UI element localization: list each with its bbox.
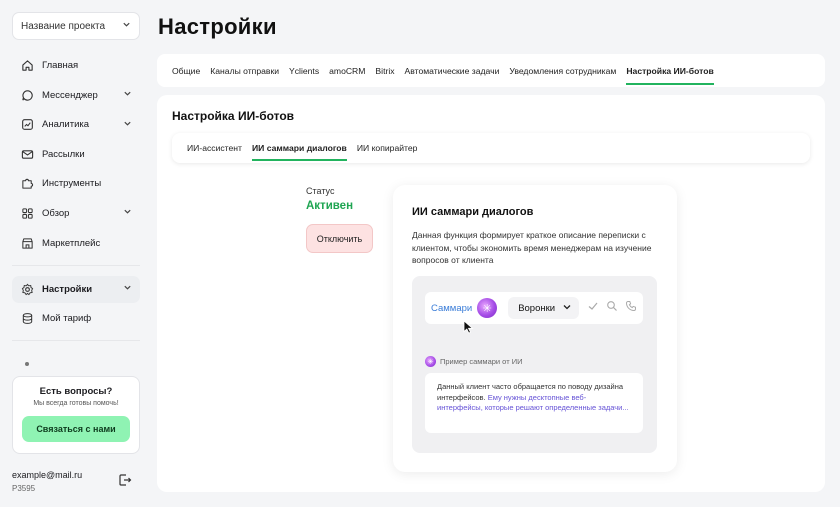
divider xyxy=(12,340,140,342)
sidebar-item-home[interactable]: Главная xyxy=(12,52,140,79)
tab-staff-notifications[interactable]: Уведомления сотрудникам xyxy=(509,54,616,87)
tab-channels[interactable]: Каналы отправки xyxy=(210,54,279,87)
sidebar-item-label: Рассылки xyxy=(42,148,85,160)
sidebar-nav: Главная Мессенджер Аналитика Рассылки Ин… xyxy=(12,52,140,351)
search-icon xyxy=(606,299,618,317)
sidebar-item-label: Мессенджер xyxy=(42,89,98,101)
settings-tabs: Общие Каналы отправки Yclients amoCRM Bi… xyxy=(157,54,825,87)
grid-icon xyxy=(20,206,34,220)
sidebar-item-label: Обзор xyxy=(42,207,70,219)
contact-us-button[interactable]: Связаться с нами xyxy=(22,416,130,442)
sidebar-item-label: Главная xyxy=(42,60,79,71)
feature-card: ИИ саммари диалогов Данная функция форми… xyxy=(393,185,677,472)
sidebar-item-analytics[interactable]: Аналитика xyxy=(12,111,140,138)
sidebar-item-tariff[interactable]: Мой тариф xyxy=(12,305,140,332)
ai-bots-panel: Настройка ИИ-ботов ИИ-ассистент ИИ самма… xyxy=(157,95,825,492)
ai-summary-message: Данный клиент часто обращается по поводу… xyxy=(425,373,643,433)
help-title: Есть вопросы? xyxy=(39,386,113,397)
feature-title: ИИ саммари диалогов xyxy=(412,206,534,218)
sidebar-item-overview[interactable]: Обзор xyxy=(12,200,140,227)
demo-icons xyxy=(587,299,637,317)
chevron-down-icon xyxy=(123,119,132,131)
project-select-label: Название проекта xyxy=(21,20,106,32)
sidebar-item-settings[interactable]: Настройки xyxy=(12,275,140,303)
status-badge: Активен xyxy=(306,200,354,212)
demo-summary-label: Саммари xyxy=(431,302,473,314)
sparkle-icon: ✳ xyxy=(477,298,498,318)
cursor-icon xyxy=(463,320,475,334)
check-icon xyxy=(587,299,599,317)
tab-amocrm[interactable]: amoCRM xyxy=(329,54,365,87)
sparkle-icon: ✳ xyxy=(425,356,436,367)
scroll-indicator-icon xyxy=(25,362,29,366)
project-select[interactable]: Название проекта xyxy=(12,12,140,40)
sidebar-item-label: Аналитика xyxy=(42,119,90,131)
logout-icon[interactable] xyxy=(118,473,132,487)
divider xyxy=(12,264,140,266)
store-icon xyxy=(20,236,34,250)
ai-example-text: Пример саммари от ИИ xyxy=(440,357,523,366)
tab-auto-tasks[interactable]: Автоматические задачи xyxy=(405,54,500,87)
ai-subtabs: ИИ-ассистент ИИ саммари диалогов ИИ копи… xyxy=(172,133,810,163)
sidebar-item-marketplace[interactable]: Маркетплейс xyxy=(12,230,140,257)
home-icon xyxy=(20,59,34,73)
demo-toolbar: Саммари ✳ Воронки xyxy=(425,292,643,324)
panel-title: Настройка ИИ-ботов xyxy=(172,109,295,123)
subtab-ai-copywriter[interactable]: ИИ копирайтер xyxy=(357,133,418,163)
user-id: P3595 xyxy=(12,484,36,493)
chevron-down-icon xyxy=(123,207,132,219)
ai-example-label: ✳ Пример саммари от ИИ xyxy=(425,356,523,367)
phone-icon xyxy=(625,299,637,317)
sidebar-item-label: Инструменты xyxy=(42,178,102,190)
sidebar-item-mailings[interactable]: Рассылки xyxy=(12,141,140,168)
user-email: example@mail.ru xyxy=(12,470,83,480)
tab-bitrix[interactable]: Bitrix xyxy=(375,54,394,87)
gear-icon xyxy=(20,282,34,296)
sidebar-item-tools[interactable]: Инструменты xyxy=(12,170,140,197)
chevron-down-icon xyxy=(123,89,132,101)
chevron-down-icon xyxy=(123,283,132,295)
database-icon xyxy=(20,312,34,326)
subtab-ai-assistant[interactable]: ИИ-ассистент xyxy=(187,133,242,163)
sidebar-item-label: Маркетплейс xyxy=(42,237,101,249)
disable-button[interactable]: Отключить xyxy=(306,224,373,253)
demo-funnel-label: Воронки xyxy=(518,302,556,314)
mail-icon xyxy=(20,147,34,161)
subtab-ai-summary[interactable]: ИИ саммари диалогов xyxy=(252,133,347,163)
feature-demo-preview: Саммари ✳ Воронки ✳ Пример саммари от ИИ xyxy=(412,276,657,453)
chevron-down-icon xyxy=(122,20,131,32)
demo-funnel-dropdown: Воронки xyxy=(508,297,580,319)
help-card: Есть вопросы? Мы всегда готовы помочь! С… xyxy=(12,376,140,454)
puzzle-icon xyxy=(20,177,34,191)
page-title: Настройки xyxy=(158,14,277,39)
status-label: Статус xyxy=(306,186,335,196)
sidebar: Название проекта Главная Мессенджер Анал… xyxy=(0,0,152,507)
tab-general[interactable]: Общие xyxy=(172,54,200,87)
feature-description: Данная функция формирует краткое описани… xyxy=(412,230,652,265)
sidebar-item-label: Настройки xyxy=(42,283,93,295)
help-subtitle: Мы всегда готовы помочь! xyxy=(33,400,119,407)
tab-yclients[interactable]: Yclients xyxy=(289,54,319,87)
sidebar-item-messenger[interactable]: Мессенджер xyxy=(12,82,140,109)
tab-ai-bots[interactable]: Настройка ИИ-ботов xyxy=(626,54,715,87)
chat-icon xyxy=(20,88,34,102)
sidebar-item-label: Мой тариф xyxy=(42,313,92,325)
chart-icon xyxy=(20,118,34,132)
chevron-down-icon xyxy=(562,302,572,315)
